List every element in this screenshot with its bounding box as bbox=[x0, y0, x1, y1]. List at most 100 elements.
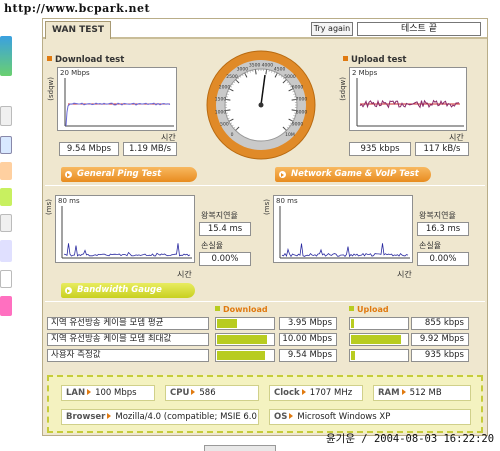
download-column-head-text: Download bbox=[223, 305, 268, 314]
sidebar-thumb-2[interactable] bbox=[0, 106, 12, 126]
download-unit-label: (sdqw) bbox=[47, 77, 55, 101]
bullet-icon bbox=[349, 306, 354, 311]
game-loss-value: 0.00% bbox=[417, 252, 469, 266]
speedometer-tick-label: 9000 bbox=[292, 122, 304, 128]
bullet-icon bbox=[215, 306, 220, 311]
general-ping-test-label: General Ping Test bbox=[77, 169, 162, 179]
bullet-icon bbox=[47, 56, 52, 61]
sidebar-thumb-1[interactable] bbox=[0, 36, 12, 76]
bandwidth-row-label: 지역 유선방송 케이블 모뎀 최대값 bbox=[47, 333, 209, 346]
game-chart: 80 ms bbox=[273, 195, 413, 263]
arrow-right-icon bbox=[401, 389, 406, 395]
play-icon bbox=[279, 171, 286, 178]
quit-test-button[interactable]: 테스트 끝 bbox=[357, 22, 481, 36]
lan-value: 100 Mbps bbox=[95, 388, 137, 398]
download-gauge-value: 9.54 Mbps bbox=[279, 349, 337, 362]
upload-scale-label: 2 Mbps bbox=[352, 69, 378, 77]
sidebar-thumb-5[interactable] bbox=[0, 188, 12, 206]
ram-key: RAM bbox=[378, 388, 400, 398]
upload-gauge-track bbox=[349, 333, 409, 346]
try-again-button[interactable]: Try again bbox=[311, 22, 353, 36]
game-chart-svg bbox=[279, 206, 410, 259]
game-loss-label: 손실율 bbox=[419, 241, 442, 250]
download-column-head: Download bbox=[215, 305, 268, 314]
arrow-right-icon bbox=[87, 389, 92, 395]
sidebar-thumb-4[interactable] bbox=[0, 162, 12, 180]
game-rtt-value: 16.3 ms bbox=[417, 222, 469, 236]
speedometer-tick-label: 8000 bbox=[296, 109, 308, 115]
lan-cell: LAN 100 Mbps bbox=[61, 385, 155, 401]
download-mbs-value: 1.19 MB/s bbox=[123, 142, 177, 156]
bottom-button[interactable] bbox=[204, 445, 276, 451]
ping-chart: 80 ms bbox=[55, 195, 195, 263]
lan-key: LAN bbox=[66, 388, 86, 398]
ping-scale-label: 80 ms bbox=[58, 197, 80, 205]
speedometer-tick-label: 6000 bbox=[292, 84, 304, 90]
network-game-voip-test-label: Network Game & VoIP Test bbox=[291, 169, 419, 179]
download-gauge-track bbox=[215, 349, 275, 362]
upload-column-head-text: Upload bbox=[357, 305, 389, 314]
upload-test-title-text: Upload test bbox=[351, 55, 407, 65]
sidebar-thumb-8[interactable] bbox=[0, 270, 12, 288]
game-unit-label: (ms) bbox=[263, 199, 271, 215]
upload-chart-svg bbox=[356, 78, 464, 127]
download-gauge-track bbox=[215, 333, 275, 346]
upload-gauge-value: 9.92 Mbps bbox=[411, 333, 469, 346]
speedometer-tick-label: 7000 bbox=[296, 97, 308, 103]
ram-cell: RAM 512 MB bbox=[373, 385, 471, 401]
download-scale-label: 20 Mbps bbox=[60, 69, 90, 77]
play-icon bbox=[65, 287, 72, 294]
upload-gauge-track bbox=[349, 349, 409, 362]
browser-key: Browser bbox=[66, 412, 106, 422]
download-test-title-text: Download test bbox=[55, 55, 125, 65]
wan-test-panel: WAN TEST Try again 테스트 끝 Download test (… bbox=[42, 18, 488, 436]
download-speed-line bbox=[65, 102, 171, 127]
ping-rtt-label: 왕복지연율 bbox=[201, 211, 238, 220]
upload-gauge-fill bbox=[351, 351, 355, 360]
download-gauge-fill bbox=[217, 335, 267, 344]
download-gauge-fill bbox=[217, 319, 237, 328]
sidebar-thumb-9[interactable] bbox=[0, 296, 12, 316]
bullet-icon bbox=[343, 56, 348, 61]
watermark-url: http://www.bcpark.net bbox=[4, 2, 151, 15]
tab-wan-test[interactable]: WAN TEST bbox=[45, 21, 111, 39]
general-ping-test-bar[interactable]: General Ping Test bbox=[61, 167, 197, 182]
speedometer-hub bbox=[258, 102, 264, 108]
game-scale-label: 80 ms bbox=[276, 197, 298, 205]
upload-gauge-fill bbox=[351, 335, 401, 344]
browser-cell: Browser Mozilla/4.0 (compatible; MSIE 6.0 bbox=[61, 409, 259, 425]
bandwidth-row-label: 사용자 측정값 bbox=[47, 349, 209, 362]
arrow-right-icon bbox=[289, 413, 294, 419]
author-timestamp-stamp: 윤기운 / 2004-08-03 16:22:20 bbox=[326, 433, 495, 445]
speedometer-tick-label: 500 bbox=[220, 122, 229, 128]
speedometer-tick-label: 4500 bbox=[274, 66, 286, 72]
network-game-voip-test-bar[interactable]: Network Game & VoIP Test bbox=[275, 167, 431, 182]
cpu-key: CPU bbox=[170, 388, 190, 398]
bandwidth-gauge-bar[interactable]: Bandwidth Gauge bbox=[61, 283, 195, 298]
speedometer-tick-label: 10M bbox=[285, 132, 295, 138]
sidebar-thumb-7[interactable] bbox=[0, 240, 12, 262]
left-sidebar-fragments bbox=[0, 28, 12, 328]
download-gauge-value: 3.95 Mbps bbox=[279, 317, 337, 330]
upload-gauge-value: 855 kbps bbox=[411, 317, 469, 330]
download-chart-svg bbox=[64, 78, 174, 127]
download-gauge-fill bbox=[217, 351, 265, 360]
download-chart: 20 Mbps bbox=[57, 67, 177, 131]
upload-unit-label: (sdqw) bbox=[339, 77, 347, 101]
arrow-right-icon bbox=[301, 389, 306, 395]
download-gauge-track bbox=[215, 317, 275, 330]
sidebar-thumb-6[interactable] bbox=[0, 214, 12, 232]
browser-value: Mozilla/4.0 (compatible; MSIE 6.0 bbox=[115, 412, 257, 422]
upload-kbs-value: 117 kB/s bbox=[415, 142, 469, 156]
upload-gauge-value: 935 kbps bbox=[411, 349, 469, 362]
clock-value: 1707 MHz bbox=[309, 388, 353, 398]
ping-loss-value: 0.00% bbox=[199, 252, 251, 266]
ping-loss-label: 손실율 bbox=[201, 241, 224, 250]
speedometer-tick-label: 3500 bbox=[249, 63, 261, 69]
upload-gauge-fill bbox=[351, 319, 354, 328]
sidebar-thumb-3[interactable] bbox=[0, 136, 12, 154]
arrow-right-icon bbox=[191, 389, 196, 395]
upload-test-title: Upload test bbox=[343, 55, 406, 65]
cpu-value: 586 bbox=[199, 388, 216, 398]
upload-kbps-value: 935 kbps bbox=[349, 142, 411, 156]
